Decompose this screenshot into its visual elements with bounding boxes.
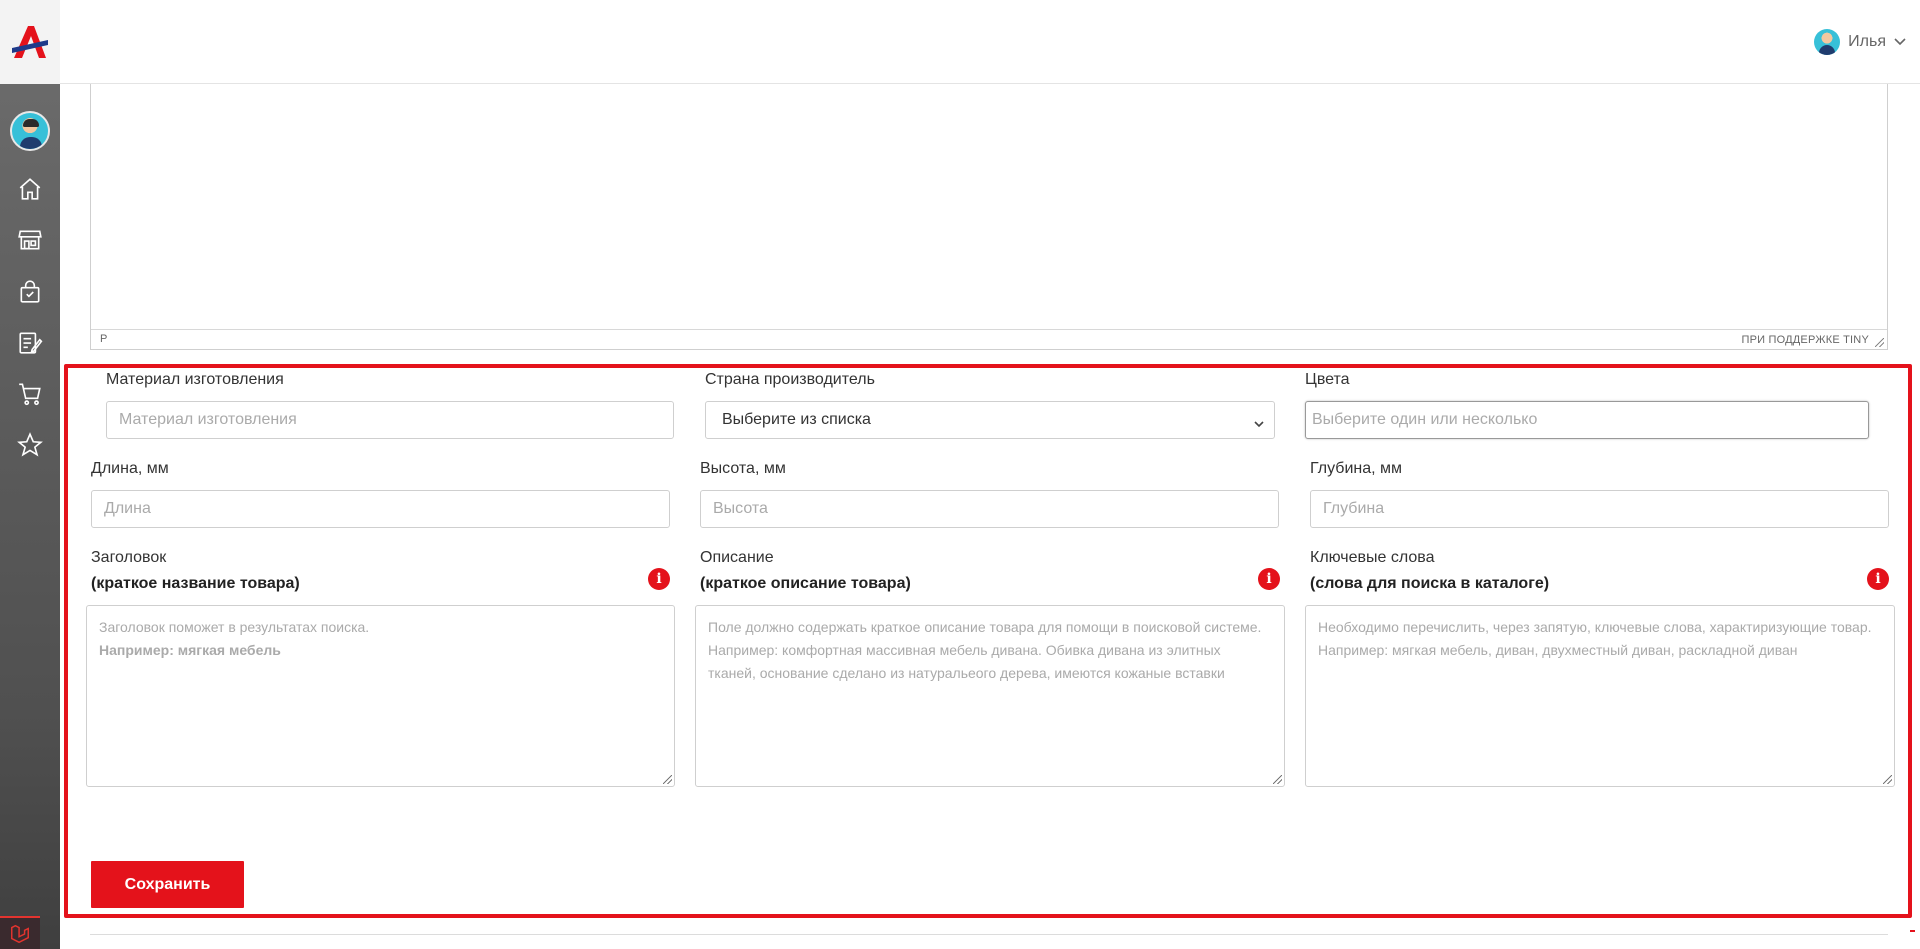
keywords-hint: Необходимо перечислить, через запятую, к… [1318, 619, 1872, 635]
chevron-down-icon [1254, 415, 1264, 433]
info-icon[interactable]: i [648, 568, 670, 590]
keywords-sublabel: (слова для поиска в каталоге) [1310, 575, 1550, 592]
top-header: Илья [60, 0, 1920, 84]
chevron-down-icon [1894, 33, 1906, 51]
store-icon[interactable] [16, 226, 44, 254]
description-label: Описание [700, 549, 774, 566]
description-hint-example: Например: комфортная массивная мебель ди… [708, 642, 1225, 681]
sidebar [0, 0, 60, 949]
height-label: Высота, мм [700, 460, 786, 477]
depth-input[interactable] [1310, 490, 1889, 528]
home-icon[interactable] [16, 175, 44, 203]
length-input[interactable] [91, 490, 670, 528]
brand-logo[interactable] [10, 22, 50, 62]
divider [90, 934, 1888, 935]
length-label: Длина, мм [91, 460, 169, 477]
height-input[interactable] [700, 490, 1279, 528]
resize-handle-icon[interactable] [1875, 338, 1884, 347]
edit-document-icon[interactable] [16, 329, 44, 357]
decorative-mark [1910, 930, 1915, 932]
editor-brand[interactable]: ПРИ ПОДДЕРЖКЕ TINY [1742, 334, 1870, 346]
resize-handle-icon[interactable] [1273, 775, 1282, 784]
title-hint: Заголовок поможет в результатах поиска. [99, 619, 370, 635]
description-textarea[interactable]: Поле должно содержать краткое описание т… [695, 605, 1285, 787]
keywords-hint-example: Например: мягкая мебель, диван, двухмест… [1318, 642, 1798, 658]
sidebar-avatar[interactable] [10, 111, 50, 151]
title-textarea[interactable]: Заголовок поможет в результатах поиска. … [86, 605, 675, 787]
shopping-bag-icon[interactable] [16, 278, 44, 306]
title-label: Заголовок [91, 549, 167, 566]
keywords-textarea[interactable]: Необходимо перечислить, через запятую, к… [1305, 605, 1895, 787]
resize-handle-icon[interactable] [663, 775, 672, 784]
user-name: Илья [1848, 33, 1886, 50]
colors-input[interactable] [1305, 401, 1869, 439]
laravel-icon [0, 916, 40, 949]
star-icon[interactable] [16, 431, 44, 459]
title-hint-example: Например: мягкая мебель [99, 642, 281, 658]
depth-label: Глубина, мм [1310, 460, 1403, 477]
material-input[interactable] [106, 401, 674, 439]
logo-area [0, 0, 60, 84]
material-label: Материал изготовления [106, 371, 284, 388]
country-select[interactable]: Выберите из списка [705, 401, 1275, 439]
editor-path[interactable]: P [100, 333, 107, 345]
cart-icon[interactable] [16, 380, 44, 408]
description-sublabel: (краткое описание товара) [700, 575, 911, 592]
colors-label: Цвета [1305, 371, 1350, 388]
country-label: Страна производитель [705, 371, 875, 388]
user-avatar [1814, 29, 1841, 55]
description-hint: Поле должно содержать краткое описание т… [708, 619, 1262, 635]
info-icon[interactable]: i [1867, 568, 1889, 590]
user-menu[interactable]: Илья [1814, 29, 1906, 55]
save-button[interactable]: Сохранить [91, 861, 244, 908]
rich-text-editor[interactable]: P ПРИ ПОДДЕРЖКЕ TINY [90, 84, 1888, 350]
info-icon[interactable]: i [1258, 568, 1280, 590]
resize-handle-icon[interactable] [1883, 775, 1892, 784]
title-sublabel: (краткое название товара) [91, 575, 300, 592]
keywords-label: Ключевые слова [1310, 549, 1435, 566]
country-select-value: Выберите из списка [722, 411, 871, 428]
editor-statusbar: P ПРИ ПОДДЕРЖКЕ TINY [91, 329, 1887, 349]
